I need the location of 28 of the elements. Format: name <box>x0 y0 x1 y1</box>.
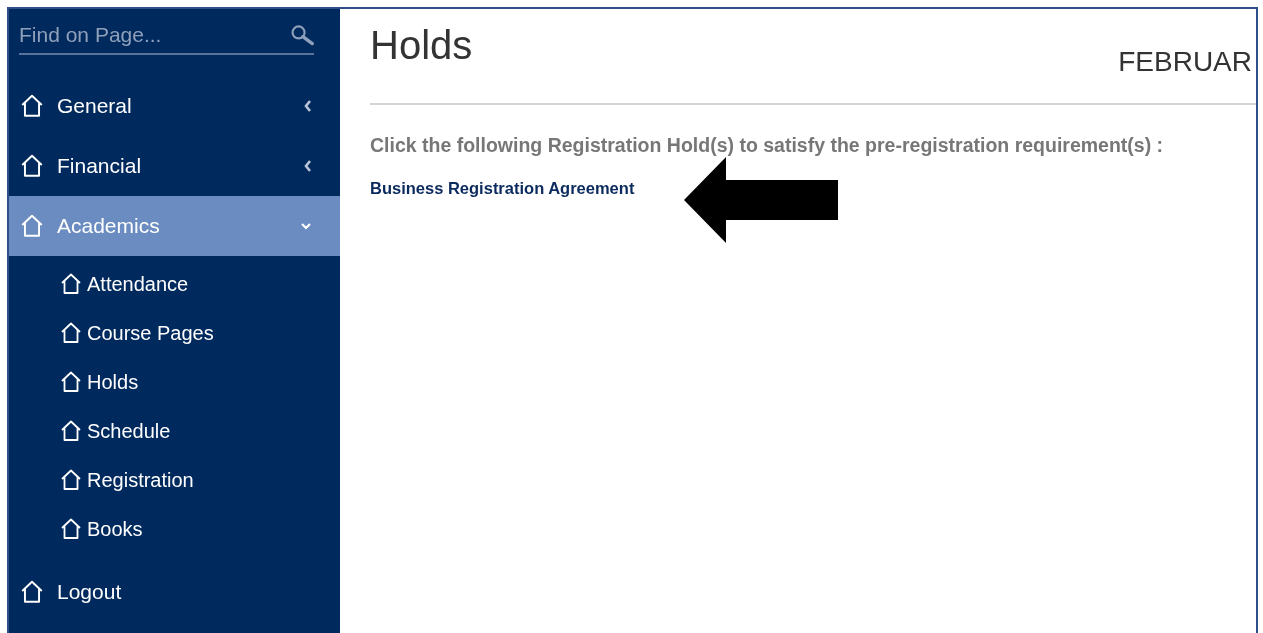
submenu-item[interactable]: Books <box>9 504 340 554</box>
home-icon <box>59 419 83 443</box>
menu-item[interactable]: Logout <box>9 561 340 622</box>
chevron-left-icon <box>304 158 312 173</box>
date-text: FEBRUAR <box>1118 45 1252 79</box>
home-icon <box>19 578 45 605</box>
home-icon <box>59 370 83 394</box>
submenu-item[interactable]: Holds <box>9 357 340 407</box>
submenu-item[interactable]: Course Pages <box>9 308 340 358</box>
submenu-item[interactable]: Schedule <box>9 406 340 456</box>
search-field[interactable]: Find on Page... <box>19 19 290 51</box>
chevron-left-icon <box>304 98 312 113</box>
home-icon <box>19 212 45 239</box>
home-icon <box>59 321 83 345</box>
search-icon[interactable] <box>290 22 314 47</box>
home-icon <box>19 152 45 179</box>
home-icon <box>19 92 45 119</box>
submenu-item[interactable]: Attendance <box>9 259 340 309</box>
menu-item[interactable]: Financial <box>9 135 340 196</box>
submenu-item[interactable]: Registration <box>9 455 340 505</box>
page-title: Holds <box>370 25 473 65</box>
home-icon <box>59 517 83 541</box>
instruction-text: Click the following Registration Hold(s) to satisfy the pre-registration requirement(s) : <box>370 133 1165 158</box>
menu-item[interactable]: General <box>9 75 340 136</box>
chevron-down-icon <box>300 221 312 230</box>
hold-link[interactable]: Business Registration Agreement <box>370 176 635 201</box>
home-icon <box>59 468 83 492</box>
home-icon <box>59 272 83 296</box>
